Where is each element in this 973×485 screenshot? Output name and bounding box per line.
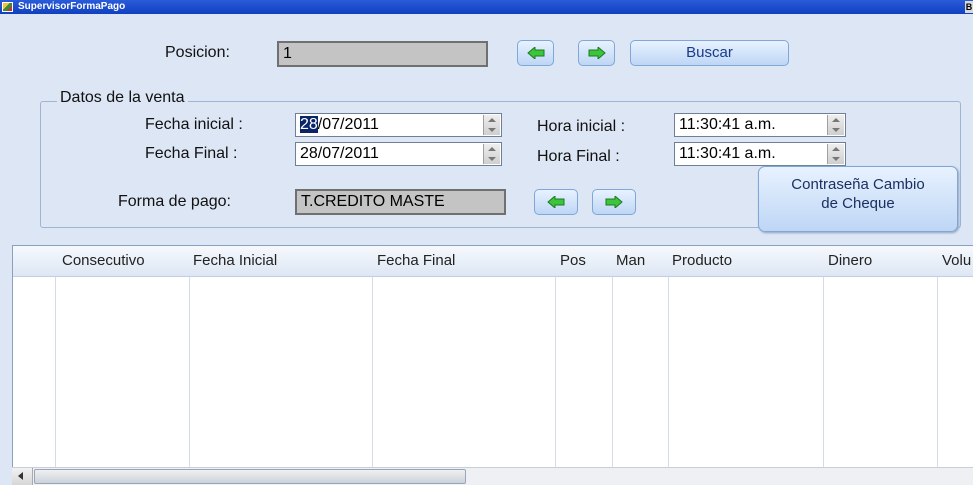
grid-column <box>372 246 556 485</box>
supervisor-forma-pago-window: SupervisorFormaPago B Posicion: 1 Buscar… <box>0 0 973 485</box>
posicion-label: Posicion: <box>165 44 230 61</box>
column-header-consecutivo[interactable]: Consecutivo <box>62 252 145 269</box>
posicion-field[interactable]: 1 <box>277 41 488 67</box>
ventas-grid[interactable]: Consecutivo Fecha Inicial Fecha Final Po… <box>12 245 973 485</box>
forma-pago-label: Forma de pago: <box>118 193 231 210</box>
horizontal-scrollbar[interactable] <box>12 467 973 485</box>
datos-venta-title: Datos de la venta <box>57 89 188 107</box>
fecha-final-label: Fecha Final : <box>145 145 238 162</box>
fecha-inicial-rest: /07/2011 <box>317 116 379 133</box>
grid-column <box>612 246 669 485</box>
posicion-next-button[interactable] <box>578 40 615 66</box>
contrasena-cambio-cheque-button[interactable]: Contraseña Cambio de Cheque <box>758 166 958 232</box>
app-icon <box>2 2 13 12</box>
grid-column <box>668 246 824 485</box>
fecha-final-value: 28/07/2011 <box>300 145 379 162</box>
buscar-button[interactable]: Buscar <box>630 40 789 66</box>
grid-header-row: Consecutivo Fecha Inicial Fecha Final Po… <box>13 246 973 277</box>
hora-final-spin-icon[interactable] <box>827 144 844 164</box>
forma-pago-prev-button[interactable] <box>534 189 578 215</box>
column-header-fecha-final[interactable]: Fecha Final <box>377 252 455 269</box>
hora-final-label: Hora Final : <box>537 148 620 165</box>
fecha-final-picker[interactable]: 28/07/2011 <box>295 142 502 166</box>
hora-final-picker[interactable]: 11:30:41 a.m. <box>674 142 846 166</box>
forma-pago-next-button[interactable] <box>592 189 636 215</box>
column-header-volumen[interactable]: Volu <box>942 252 971 269</box>
grid-column <box>189 246 373 485</box>
column-header-fecha-inicial[interactable]: Fecha Inicial <box>193 252 277 269</box>
fecha-inicial-label: Fecha inicial : <box>145 116 243 133</box>
hora-inicial-label: Hora inicial : <box>537 118 626 135</box>
window-control-button[interactable]: B <box>965 1 973 13</box>
column-header-pos[interactable]: Pos <box>560 252 586 269</box>
window-title: SupervisorFormaPago <box>18 1 126 12</box>
contrasena-button-line1: Contraseña Cambio <box>791 176 925 193</box>
fecha-final-spin-icon[interactable] <box>483 144 500 164</box>
contrasena-button-line2: de Cheque <box>821 195 895 212</box>
row-header-column <box>13 246 56 485</box>
title-bar[interactable]: SupervisorFormaPago B <box>0 0 973 14</box>
scroll-left-arrow-icon[interactable] <box>12 468 33 485</box>
column-header-producto[interactable]: Producto <box>672 252 732 269</box>
posicion-prev-button[interactable] <box>517 40 554 66</box>
hora-inicial-picker[interactable]: 11:30:41 a.m. <box>674 113 846 137</box>
green-left-arrow-icon <box>547 196 565 208</box>
hora-final-value: 11:30:41 a.m. <box>679 145 776 162</box>
green-left-arrow-icon <box>526 47 544 59</box>
grid-column <box>555 246 613 485</box>
column-header-dinero[interactable]: Dinero <box>828 252 872 269</box>
green-right-arrow-icon <box>588 47 606 59</box>
forma-pago-field[interactable]: T.CREDITO MASTE <box>295 189 506 215</box>
hora-inicial-value: 11:30:41 a.m. <box>679 116 776 133</box>
hora-inicial-spin-icon[interactable] <box>827 115 844 135</box>
column-header-man[interactable]: Man <box>616 252 645 269</box>
green-right-arrow-icon <box>605 196 623 208</box>
fecha-inicial-picker[interactable]: 28/07/2011 <box>295 113 502 137</box>
scrollbar-thumb[interactable] <box>34 469 466 484</box>
fecha-inicial-spin-icon[interactable] <box>483 115 500 135</box>
fecha-inicial-selected-day: 28 <box>300 116 318 133</box>
grid-column <box>823 246 938 485</box>
grid-column <box>55 246 190 485</box>
